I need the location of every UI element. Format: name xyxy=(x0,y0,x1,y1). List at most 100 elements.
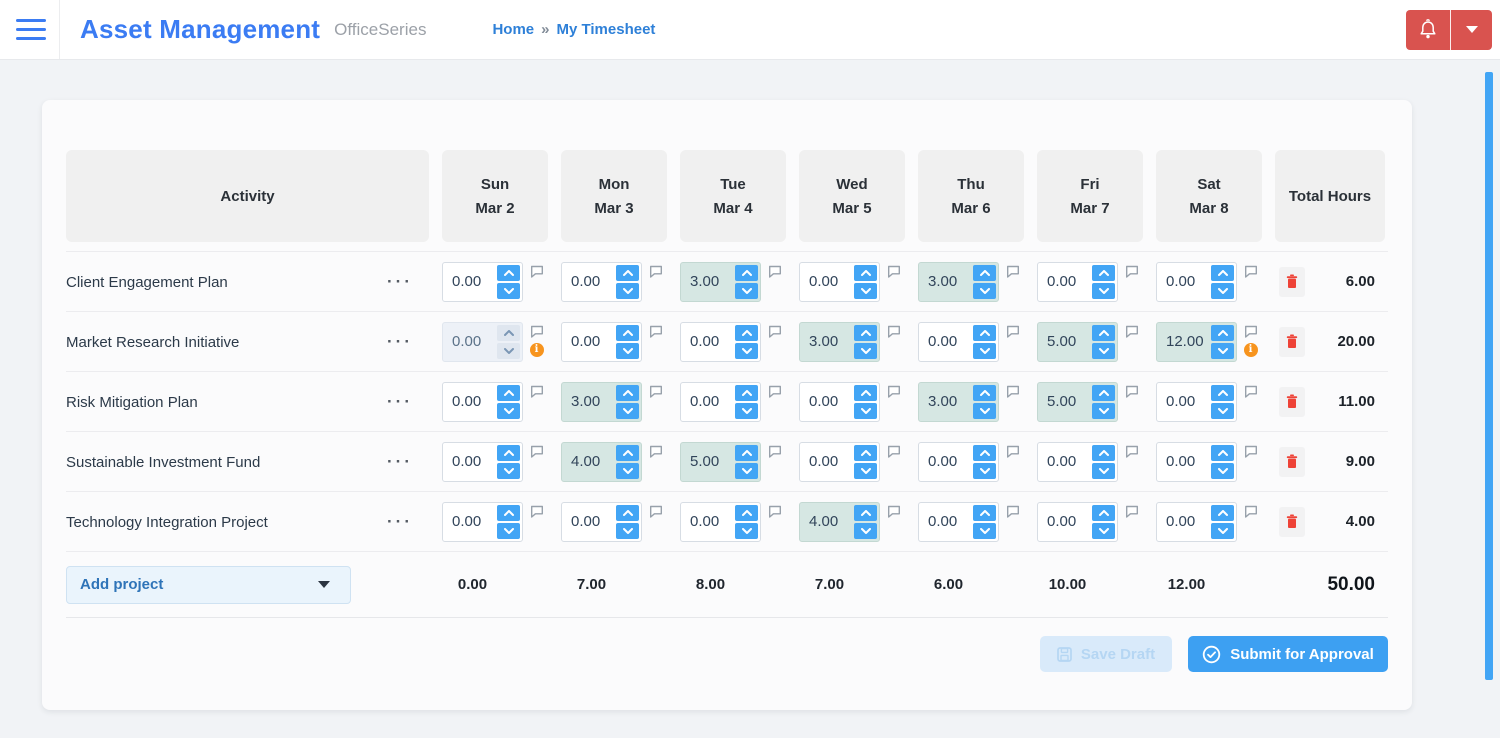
hours-input[interactable]: 3.00 xyxy=(918,261,999,302)
hours-input[interactable]: 0.00 xyxy=(442,381,523,422)
decrement-button[interactable] xyxy=(973,342,996,359)
delete-row-button[interactable] xyxy=(1279,266,1305,297)
row-menu-button[interactable]: ··· xyxy=(387,273,413,290)
decrement-button[interactable] xyxy=(1211,282,1234,299)
account-dropdown-button[interactable] xyxy=(1450,9,1492,50)
comment-icon[interactable] xyxy=(768,325,782,338)
comment-icon[interactable] xyxy=(1244,265,1258,278)
hours-input[interactable]: 0.00 xyxy=(442,321,523,362)
decrement-button[interactable] xyxy=(735,522,758,539)
hours-input[interactable]: 4.00 xyxy=(799,501,880,542)
breadcrumb-home-link[interactable]: Home xyxy=(492,21,534,38)
decrement-button[interactable] xyxy=(854,462,877,479)
decrement-button[interactable] xyxy=(735,282,758,299)
comment-icon[interactable] xyxy=(887,385,901,398)
comment-icon[interactable] xyxy=(1125,505,1139,518)
increment-button[interactable] xyxy=(497,504,520,521)
comment-icon[interactable] xyxy=(887,505,901,518)
comment-icon[interactable] xyxy=(649,265,663,278)
increment-button[interactable] xyxy=(735,384,758,401)
increment-button[interactable] xyxy=(1092,504,1115,521)
comment-icon[interactable] xyxy=(1006,265,1020,278)
decrement-button[interactable] xyxy=(735,402,758,419)
comment-icon[interactable] xyxy=(530,505,544,518)
increment-button[interactable] xyxy=(735,264,758,281)
decrement-button[interactable] xyxy=(1211,462,1234,479)
row-menu-button[interactable]: ··· xyxy=(387,513,413,530)
decrement-button[interactable] xyxy=(854,522,877,539)
increment-button[interactable] xyxy=(735,324,758,341)
delete-row-button[interactable] xyxy=(1279,446,1305,477)
hours-input[interactable]: 0.00 xyxy=(561,321,642,362)
comment-icon[interactable] xyxy=(530,445,544,458)
decrement-button[interactable] xyxy=(1092,462,1115,479)
decrement-button[interactable] xyxy=(497,282,520,299)
decrement-button[interactable] xyxy=(497,342,520,359)
hours-input[interactable]: 0.00 xyxy=(680,501,761,542)
comment-icon[interactable] xyxy=(1244,505,1258,518)
decrement-button[interactable] xyxy=(1092,402,1115,419)
increment-button[interactable] xyxy=(973,384,996,401)
increment-button[interactable] xyxy=(497,264,520,281)
increment-button[interactable] xyxy=(497,444,520,461)
decrement-button[interactable] xyxy=(616,282,639,299)
hours-input[interactable]: 0.00 xyxy=(1156,381,1237,422)
delete-row-button[interactable] xyxy=(1279,386,1305,417)
increment-button[interactable] xyxy=(1211,444,1234,461)
increment-button[interactable] xyxy=(616,504,639,521)
increment-button[interactable] xyxy=(973,504,996,521)
decrement-button[interactable] xyxy=(616,342,639,359)
breadcrumb-current-link[interactable]: My Timesheet xyxy=(556,21,655,38)
comment-icon[interactable] xyxy=(530,325,544,338)
decrement-button[interactable] xyxy=(854,402,877,419)
hours-input[interactable]: 5.00 xyxy=(680,441,761,482)
delete-row-button[interactable] xyxy=(1279,506,1305,537)
decrement-button[interactable] xyxy=(497,462,520,479)
add-project-select[interactable]: Add project xyxy=(66,565,351,604)
comment-icon[interactable] xyxy=(1244,445,1258,458)
decrement-button[interactable] xyxy=(973,462,996,479)
hours-input[interactable]: 0.00 xyxy=(1156,261,1237,302)
comment-icon[interactable] xyxy=(887,445,901,458)
hours-input[interactable]: 0.00 xyxy=(1156,501,1237,542)
hours-input[interactable]: 5.00 xyxy=(1037,381,1118,422)
increment-button[interactable] xyxy=(1092,264,1115,281)
decrement-button[interactable] xyxy=(616,402,639,419)
decrement-button[interactable] xyxy=(973,282,996,299)
comment-icon[interactable] xyxy=(649,385,663,398)
menu-icon[interactable] xyxy=(16,19,46,40)
comment-icon[interactable] xyxy=(1006,445,1020,458)
vertical-scrollbar[interactable] xyxy=(1485,72,1493,680)
comment-icon[interactable] xyxy=(887,325,901,338)
decrement-button[interactable] xyxy=(497,402,520,419)
increment-button[interactable] xyxy=(1092,324,1115,341)
increment-button[interactable] xyxy=(616,264,639,281)
comment-icon[interactable] xyxy=(530,265,544,278)
hours-input[interactable]: 0.00 xyxy=(442,261,523,302)
decrement-button[interactable] xyxy=(1092,522,1115,539)
hours-input[interactable]: 3.00 xyxy=(561,381,642,422)
decrement-button[interactable] xyxy=(735,462,758,479)
hours-input[interactable]: 0.00 xyxy=(561,501,642,542)
comment-icon[interactable] xyxy=(1125,445,1139,458)
hours-input[interactable]: 0.00 xyxy=(1156,441,1237,482)
increment-button[interactable] xyxy=(616,444,639,461)
increment-button[interactable] xyxy=(1092,384,1115,401)
increment-button[interactable] xyxy=(854,384,877,401)
increment-button[interactable] xyxy=(1211,324,1234,341)
submit-for-approval-button[interactable]: Submit for Approval xyxy=(1188,636,1388,672)
decrement-button[interactable] xyxy=(1092,342,1115,359)
comment-icon[interactable] xyxy=(1125,385,1139,398)
increment-button[interactable] xyxy=(1211,504,1234,521)
hours-input[interactable]: 0.00 xyxy=(918,501,999,542)
comment-icon[interactable] xyxy=(1125,325,1139,338)
increment-button[interactable] xyxy=(735,504,758,521)
save-draft-button[interactable]: Save Draft xyxy=(1040,636,1172,672)
hours-input[interactable]: 0.00 xyxy=(918,321,999,362)
decrement-button[interactable] xyxy=(1211,342,1234,359)
increment-button[interactable] xyxy=(854,264,877,281)
hours-input[interactable]: 0.00 xyxy=(1037,441,1118,482)
increment-button[interactable] xyxy=(1211,384,1234,401)
comment-icon[interactable] xyxy=(768,445,782,458)
decrement-button[interactable] xyxy=(616,462,639,479)
